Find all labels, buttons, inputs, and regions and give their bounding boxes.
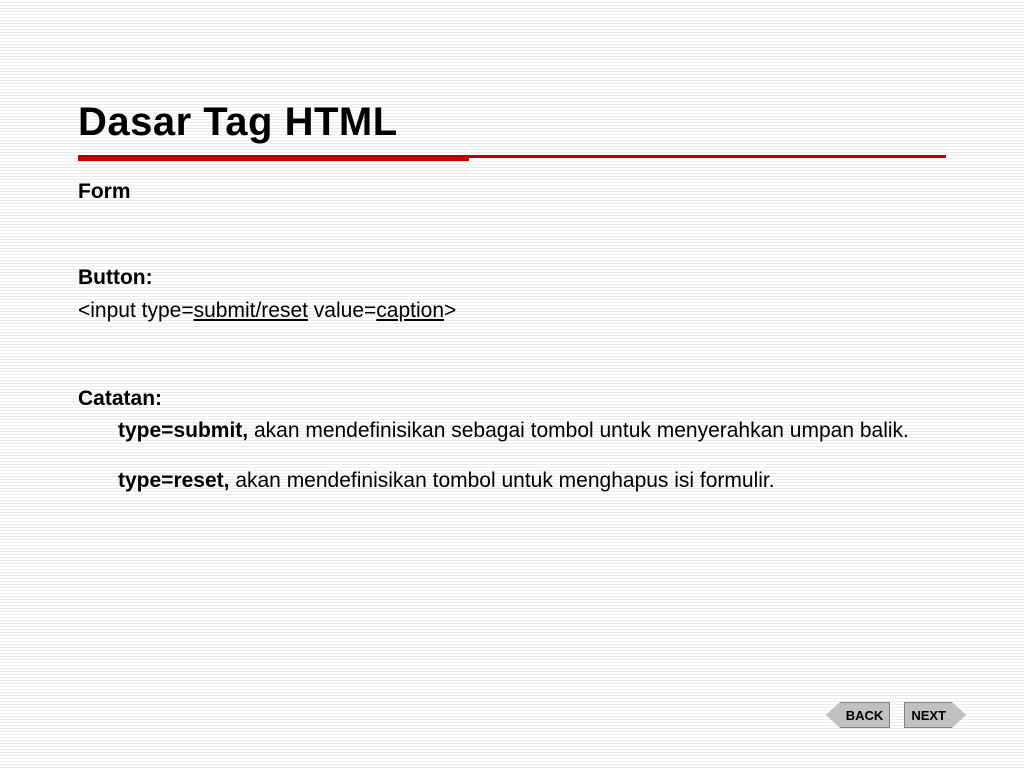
title-underline — [78, 155, 946, 161]
heading-form: Form — [78, 179, 946, 205]
code-value-value: caption — [376, 299, 444, 322]
arrow-left-icon — [826, 702, 840, 728]
nav-buttons: BACK NEXT — [826, 702, 966, 728]
heading-notes: Catatan: — [78, 386, 946, 412]
note-submit: type=submit, akan mendefinisikan sebagai… — [118, 418, 946, 444]
back-button[interactable]: BACK — [826, 702, 891, 728]
code-mid: value= — [308, 299, 376, 322]
note-submit-lead: type=submit, — [118, 419, 248, 442]
code-type-value: submit/reset — [194, 299, 308, 322]
note-reset-lead: type=reset, — [118, 469, 229, 492]
note-reset-body: akan mendefinisikan tombol untuk menghap… — [229, 469, 774, 492]
back-button-label: BACK — [840, 702, 891, 728]
code-prefix: <input type= — [78, 299, 194, 322]
slide-title: Dasar Tag HTML — [78, 100, 946, 145]
next-button[interactable]: NEXT — [904, 702, 966, 728]
arrow-right-icon — [952, 702, 966, 728]
slide-content: Dasar Tag HTML Form Button: <input type=… — [0, 0, 1024, 495]
code-suffix: > — [444, 299, 456, 322]
code-example: <input type=submit/reset value=caption> — [78, 298, 946, 324]
note-reset: type=reset, akan mendefinisikan tombol u… — [118, 468, 946, 494]
heading-button: Button: — [78, 265, 946, 291]
body-content: Form Button: <input type=submit/reset va… — [78, 179, 946, 495]
note-submit-body: akan mendefinisikan sebagai tombol untuk… — [248, 419, 909, 442]
next-button-label: NEXT — [904, 702, 952, 728]
